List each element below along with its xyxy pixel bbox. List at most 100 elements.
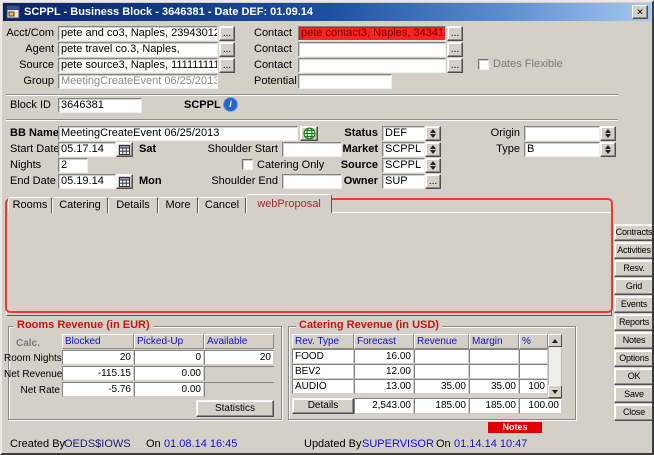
side-button-ok[interactable]: OK xyxy=(614,368,654,385)
spin-up-icon xyxy=(430,161,436,165)
calc-label[interactable]: Calc. xyxy=(16,337,40,350)
bb-name-field[interactable]: MeetingCreateEvent 06/25/2013 xyxy=(58,126,298,141)
source-code-field[interactable]: SCPPL xyxy=(382,158,425,173)
catering-row-percent-cell[interactable]: 100 xyxy=(519,379,548,394)
created-on-label: On xyxy=(146,438,161,451)
catering-row-revenue-cell[interactable]: 35.00 xyxy=(414,379,469,394)
tab-cancel[interactable]: Cancel xyxy=(198,197,246,213)
catering-row-type-cell[interactable]: FOOD xyxy=(292,349,354,364)
source-account-field[interactable]: pete source3, Naples, 1111111111 xyxy=(58,58,218,73)
spin-down-icon xyxy=(430,150,436,154)
room-nights-available-cell[interactable]: 20 xyxy=(204,350,274,365)
start-day-label: Sat xyxy=(139,143,156,156)
side-button-contracts[interactable]: Contracts xyxy=(614,224,654,241)
origin-spinner[interactable] xyxy=(600,126,616,141)
catering-row-margin-cell[interactable] xyxy=(469,364,519,379)
catering-row-forecast-cell[interactable]: 12.00 xyxy=(354,364,414,379)
contact-agent-field[interactable] xyxy=(298,42,446,57)
catering-row-forecast-cell[interactable]: 13.00 xyxy=(354,379,414,394)
block-id-field[interactable]: 3646381 xyxy=(58,98,142,113)
type-label: Type xyxy=(480,143,520,156)
agent-field[interactable]: pete travel co.3, Naples, xyxy=(58,42,218,57)
total-revenue-cell: 185.00 xyxy=(414,398,469,414)
status-spinner[interactable] xyxy=(425,126,441,141)
catering-row-revenue-cell[interactable] xyxy=(414,349,469,364)
shoulder-start-field[interactable] xyxy=(282,142,342,157)
agent-lookup-button[interactable]: ... xyxy=(219,42,235,57)
tab-rooms[interactable]: Rooms xyxy=(8,197,52,213)
room-nights-blocked-cell[interactable]: 20 xyxy=(62,350,134,365)
tab-catering[interactable]: Catering xyxy=(52,197,108,213)
end-date-calendar-button[interactable] xyxy=(116,174,133,189)
contact-acct-field[interactable]: pete contact3, Naples, 3434144444 xyxy=(298,26,446,41)
agent-label: Agent xyxy=(4,43,54,56)
side-button-grid[interactable]: Grid xyxy=(614,278,654,295)
side-button-activities[interactable]: Activities xyxy=(614,242,654,259)
owner-field[interactable]: SUP xyxy=(382,174,425,189)
source-lookup-button[interactable]: ... xyxy=(219,58,235,73)
contact-acct-lookup-button[interactable]: ... xyxy=(447,26,463,41)
catering-only-checkbox[interactable] xyxy=(242,159,253,170)
status-field[interactable]: DEF xyxy=(382,126,425,141)
info-icon[interactable]: i xyxy=(224,98,237,111)
tab-details[interactable]: Details xyxy=(108,197,158,213)
potential-field[interactable] xyxy=(298,74,392,89)
tab-webproposal[interactable]: webProposal xyxy=(246,194,332,213)
contact-source-label: Contact xyxy=(254,59,292,72)
scrollbar-down-button[interactable] xyxy=(548,385,562,398)
origin-field[interactable] xyxy=(524,126,600,141)
type-field[interactable]: B xyxy=(524,142,600,157)
close-button[interactable]: ✕ xyxy=(632,5,648,19)
catering-row-revenue-cell[interactable] xyxy=(414,364,469,379)
net-revenue-picked-cell[interactable]: 0.00 xyxy=(134,366,204,381)
window-title: SCPPL - Business Block - 3646381 - Date … xyxy=(24,6,630,18)
room-nights-picked-cell[interactable]: 0 xyxy=(134,350,204,365)
net-rate-available-cell xyxy=(204,382,274,397)
rooms-col-blocked: Blocked xyxy=(62,334,134,349)
source-spinner[interactable] xyxy=(425,158,441,173)
bb-name-globe-button[interactable] xyxy=(300,126,318,141)
net-rate-blocked-cell[interactable]: -5.76 xyxy=(62,382,134,397)
acct-com-field[interactable]: pete and co3, Naples, 2394301212 xyxy=(58,26,218,41)
side-button-close[interactable]: Close xyxy=(614,404,654,421)
start-date-field[interactable]: 05.17.14 xyxy=(58,142,116,157)
side-button-save[interactable]: Save xyxy=(614,386,654,403)
contact-source-lookup-button[interactable]: ... xyxy=(447,58,463,73)
shoulder-end-field[interactable] xyxy=(282,174,342,189)
type-spinner[interactable] xyxy=(600,142,616,157)
nights-field[interactable]: 2 xyxy=(58,158,88,173)
catering-row-margin-cell[interactable] xyxy=(469,349,519,364)
webproposal-panel xyxy=(6,212,612,316)
side-button-resv[interactable]: Resv. xyxy=(614,260,654,277)
rooms-revenue-title: Rooms Revenue (in EUR) xyxy=(14,319,153,332)
group-field[interactable]: MeetingCreateEvent 06/25/2013 xyxy=(58,74,218,89)
net-rate-picked-cell[interactable]: 0.00 xyxy=(134,382,204,397)
end-date-field[interactable]: 05.19.14 xyxy=(58,174,116,189)
potential-label: Potential xyxy=(254,75,297,88)
acct-com-lookup-button[interactable]: ... xyxy=(219,26,235,41)
catering-row-type-cell[interactable]: AUDIO xyxy=(292,379,354,394)
details-button[interactable]: Details xyxy=(292,398,354,414)
tab-more[interactable]: More xyxy=(158,197,198,213)
market-label: Market xyxy=(338,143,378,156)
market-field[interactable]: SCPPL xyxy=(382,142,425,157)
catering-row-type-cell[interactable]: BEV2 xyxy=(292,364,354,379)
statistics-button[interactable]: Statistics xyxy=(196,400,274,417)
net-revenue-blocked-cell[interactable]: -115.15 xyxy=(62,366,134,381)
contact-source-field[interactable] xyxy=(298,58,446,73)
side-button-options[interactable]: Options xyxy=(614,350,654,367)
dates-flexible-checkbox[interactable] xyxy=(478,59,489,70)
side-button-reports[interactable]: Reports xyxy=(614,314,654,331)
side-button-events[interactable]: Events xyxy=(614,296,654,313)
market-spinner[interactable] xyxy=(425,142,441,157)
start-date-calendar-button[interactable] xyxy=(116,142,133,157)
catering-row-margin-cell[interactable]: 35.00 xyxy=(469,379,519,394)
catering-row-percent-cell[interactable] xyxy=(519,364,548,379)
contact-agent-lookup-button[interactable]: ... xyxy=(447,42,463,57)
scrollbar-up-button[interactable] xyxy=(548,334,562,347)
catering-row-forecast-cell[interactable]: 16.00 xyxy=(354,349,414,364)
catering-row-percent-cell[interactable] xyxy=(519,349,548,364)
side-button-notes[interactable]: Notes xyxy=(614,332,654,349)
updated-by-value: SUPERVISOR xyxy=(362,438,434,451)
owner-lookup-button[interactable]: ... xyxy=(425,174,441,189)
